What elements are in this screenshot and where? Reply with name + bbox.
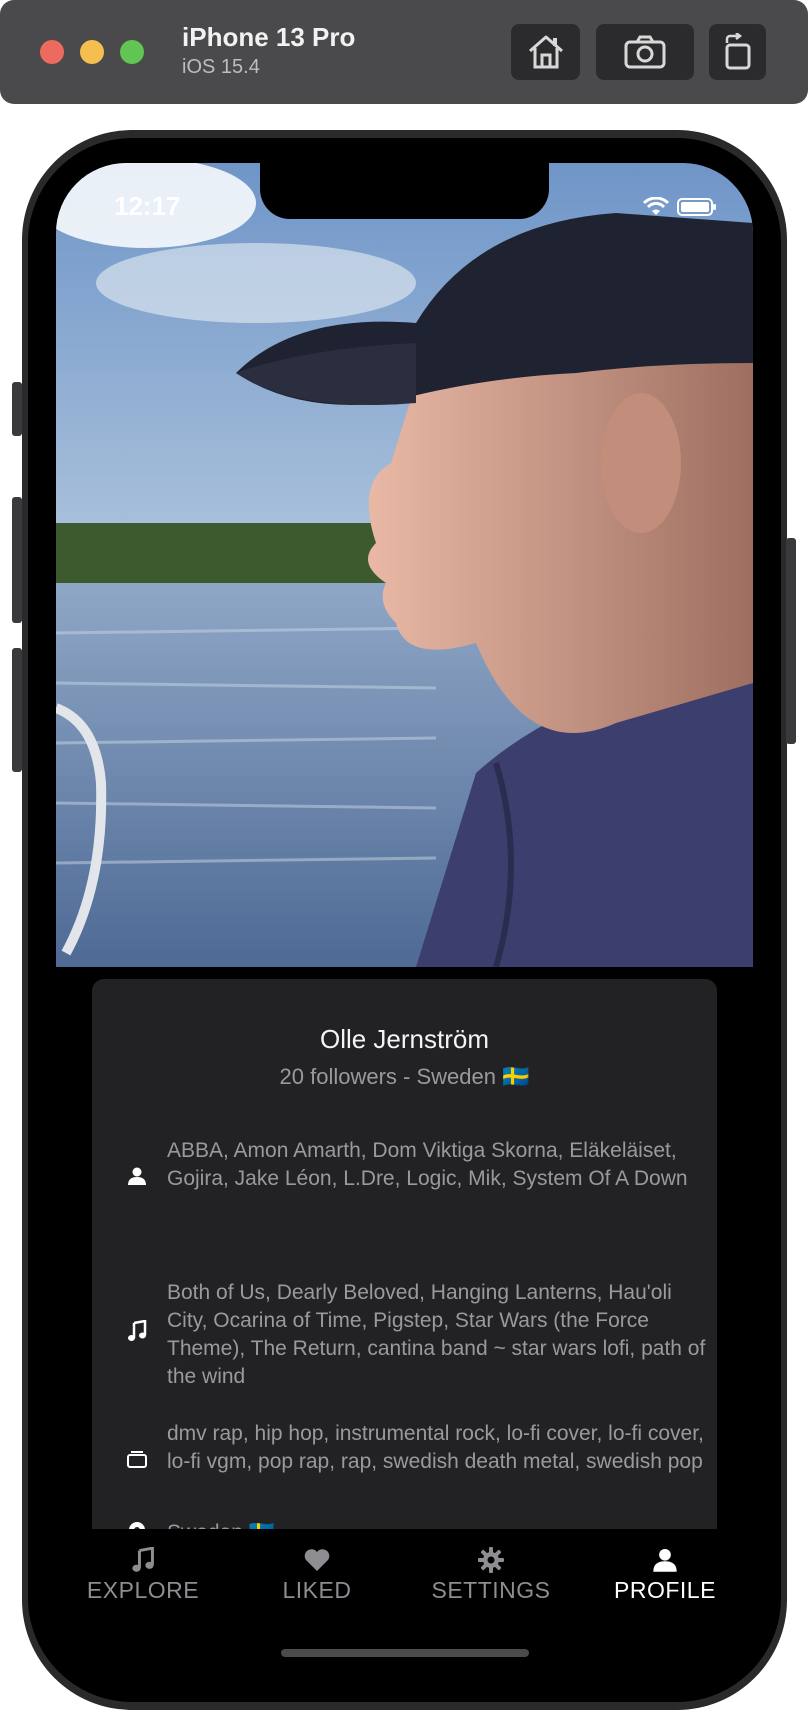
device-os-version: iOS 15.4 (182, 56, 260, 78)
volume-down-button (12, 648, 22, 772)
status-time: 12:17 (114, 191, 181, 221)
tab-explore[interactable]: EXPLORE (56, 1545, 230, 1604)
person-icon (578, 1545, 752, 1575)
simulator-rotate-button[interactable] (709, 24, 766, 80)
person-icon (126, 1165, 148, 1187)
favorite-songs-text: Both of Us, Dearly Beloved, Hanging Lant… (167, 1281, 706, 1388)
power-button (786, 538, 796, 744)
gear-icon (404, 1545, 578, 1575)
tab-settings[interactable]: SETTINGS (404, 1545, 578, 1604)
wifi-icon (643, 197, 669, 217)
simulator-screenshot-button[interactable] (596, 24, 694, 80)
simulator-home-button[interactable] (511, 24, 580, 80)
favorite-genres-text: dmv rap, hip hop, instrumental rock, lo-… (167, 1422, 704, 1473)
music-note-icon (126, 1320, 148, 1342)
camera-icon (623, 34, 667, 70)
profile-card: Olle Jernström 20 followers - Sweden 🇸🇪 … (92, 979, 717, 1544)
device-name: iPhone 13 Pro (182, 22, 356, 52)
zoom-window-button[interactable] (120, 40, 144, 64)
album-icon (126, 1448, 148, 1470)
rotate-icon (721, 33, 755, 71)
tab-profile-label: PROFILE (614, 1577, 716, 1603)
tab-bar: EXPLORE LIKED SETTINGS PROFILE (56, 1529, 753, 1693)
tab-liked[interactable]: LIKED (230, 1545, 404, 1604)
battery-icon (677, 197, 717, 217)
tab-profile[interactable]: PROFILE (578, 1545, 752, 1604)
profile-name: Olle Jernström (319, 1024, 490, 1054)
minimize-window-button[interactable] (80, 40, 104, 64)
volume-up-button (12, 497, 22, 623)
phone-screen: 12:17 Olle Jernström 20 followers - Swed… (56, 163, 753, 1693)
tab-liked-label: LIKED (282, 1577, 352, 1603)
notch (260, 163, 549, 219)
home-indicator[interactable] (281, 1649, 529, 1657)
tab-settings-label: SETTINGS (431, 1577, 551, 1603)
heart-icon (230, 1545, 404, 1575)
profile-followers-country: 20 followers - Sweden 🇸🇪 (279, 1064, 530, 1089)
home-icon (526, 33, 566, 71)
tab-explore-label: EXPLORE (86, 1577, 200, 1603)
music-note-icon (56, 1545, 230, 1575)
status-icons (643, 197, 717, 217)
close-window-button[interactable] (40, 40, 64, 64)
mute-switch (12, 382, 22, 436)
simulator-toolbar: iPhone 13 Pro iOS 15.4 (0, 0, 808, 104)
profile-photo (56, 163, 753, 967)
favorite-artists-text: ABBA, Amon Amarth, Dom Viktiga Skorna, E… (167, 1139, 688, 1190)
